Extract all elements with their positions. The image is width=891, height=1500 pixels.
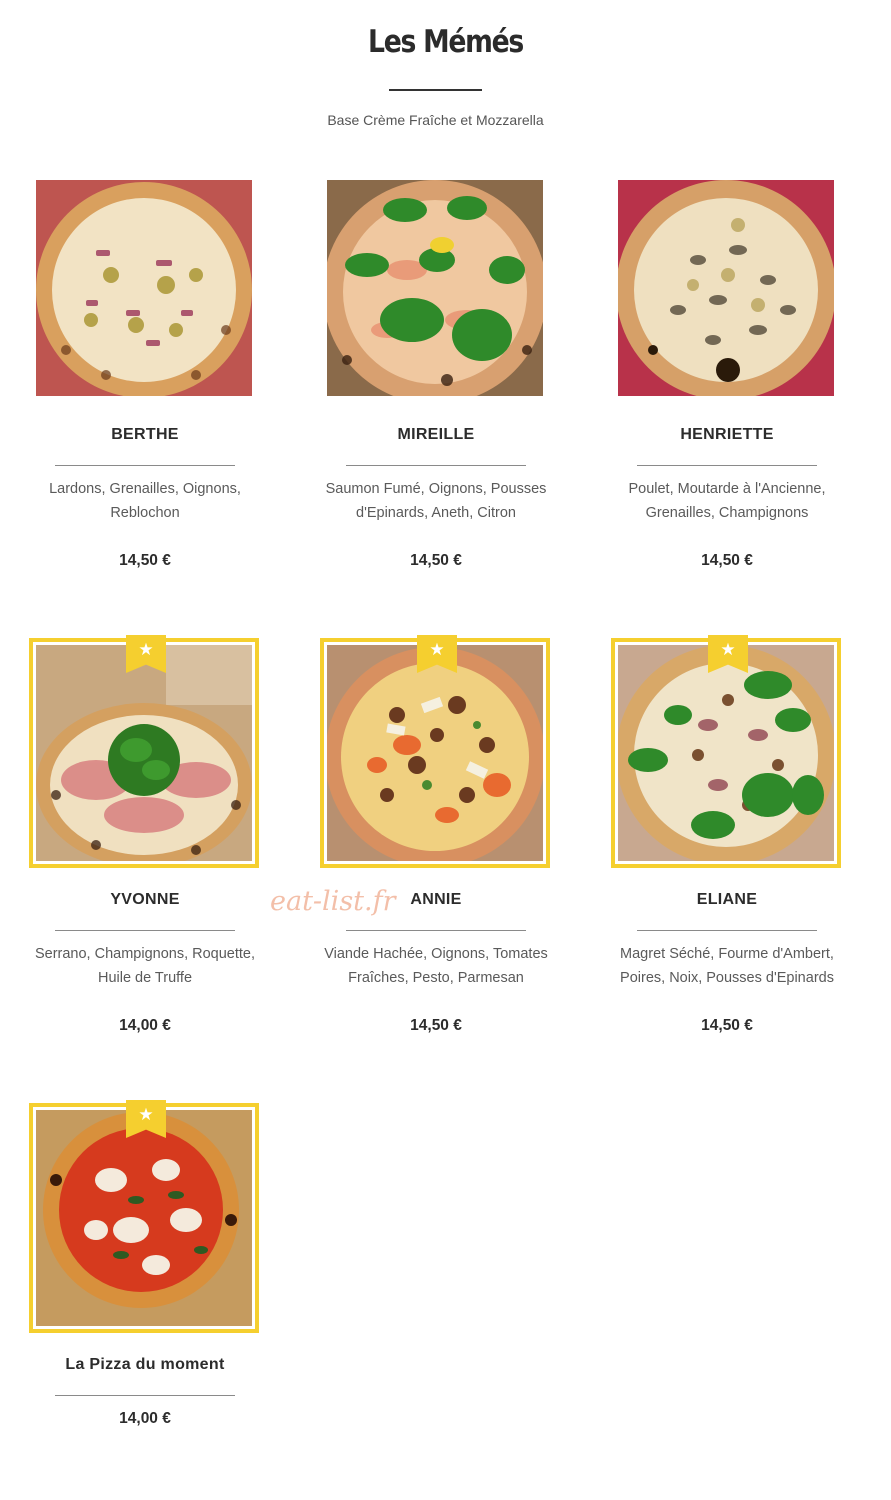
pizza-description: Magret Séché, Fourme d'Ambert, Poires, N… bbox=[597, 942, 857, 990]
description-line: Viande Hachée, Oignons, Tomates bbox=[324, 946, 548, 962]
pizza-description: Viande Hachée, Oignons, Tomates Fraîches… bbox=[306, 942, 566, 990]
description-line: Huile de Truffe bbox=[97, 970, 193, 986]
pizza-name: HENRIETTE bbox=[680, 426, 774, 443]
pizza-berthe-photo bbox=[36, 180, 252, 396]
pizza-name: YVONNE bbox=[110, 891, 180, 908]
pizza-divider bbox=[637, 465, 817, 466]
pizza-price: 14,50 € bbox=[410, 1017, 462, 1034]
description-line: Magret Séché, Fourme d'Ambert, bbox=[620, 946, 834, 962]
pizza-name: BERTHE bbox=[111, 426, 179, 443]
pizza-du-moment-photo bbox=[29, 1103, 259, 1333]
pizza-henriette-photo bbox=[618, 180, 834, 396]
pizza-price: 14,50 € bbox=[701, 552, 753, 569]
pizza-description: Poulet, Moutarde à l'Ancienne, Grenaille… bbox=[597, 477, 857, 525]
description-line: Serrano, Champignons, Roquette, bbox=[34, 946, 256, 962]
pizza-mireille-photo bbox=[327, 180, 543, 396]
pizza-price: 14,50 € bbox=[701, 1017, 753, 1034]
pizza-price: 14,50 € bbox=[119, 552, 171, 569]
description-line: Lardons, Grenailles, Oignons, bbox=[49, 481, 241, 497]
description-line: Poires, Noix, Pousses d'Epinards bbox=[620, 970, 834, 986]
pizza-annie-photo bbox=[320, 638, 550, 868]
pizza-description: Lardons, Grenailles, Oignons, Reblochon bbox=[15, 477, 275, 525]
pizza-yvonne-photo bbox=[29, 638, 259, 868]
pizza-divider bbox=[55, 1395, 235, 1396]
pizza-price: 14,50 € bbox=[410, 552, 462, 569]
pizza-divider bbox=[55, 930, 235, 931]
pizza-divider bbox=[637, 930, 817, 931]
pizza-description: Serrano, Champignons, Roquette, Huile de… bbox=[15, 942, 275, 990]
pizza-price: 14,00 € bbox=[119, 1410, 171, 1427]
description-line: d'Epinards, Aneth, Citron bbox=[356, 505, 516, 521]
title-divider bbox=[389, 89, 482, 91]
pizza-divider bbox=[346, 465, 526, 466]
description-line: Grenailles, Champignons bbox=[645, 505, 809, 521]
pizza-eliane-photo bbox=[611, 638, 841, 868]
description-line: Poulet, Moutarde à l'Ancienne, bbox=[628, 481, 826, 497]
description-line: Saumon Fumé, Oignons, Pousses bbox=[325, 481, 547, 497]
pizza-description: Saumon Fumé, Oignons, Pousses d'Epinards… bbox=[306, 477, 566, 525]
pizza-name: MIREILLE bbox=[397, 426, 475, 443]
description-line: Fraîches, Pesto, Parmesan bbox=[348, 970, 524, 986]
watermark-text: eat-list.fr bbox=[270, 886, 396, 917]
pizza-price: 14,00 € bbox=[119, 1017, 171, 1034]
section-title: Les Mémés bbox=[368, 24, 524, 60]
section-subtitle: Base Crème Fraîche et Mozzarella bbox=[327, 112, 544, 128]
pizza-divider bbox=[346, 930, 526, 931]
pizza-name: La Pizza du moment bbox=[65, 1356, 225, 1373]
pizza-divider bbox=[55, 465, 235, 466]
description-line: Reblochon bbox=[110, 505, 180, 521]
pizza-name: ELIANE bbox=[696, 891, 758, 908]
